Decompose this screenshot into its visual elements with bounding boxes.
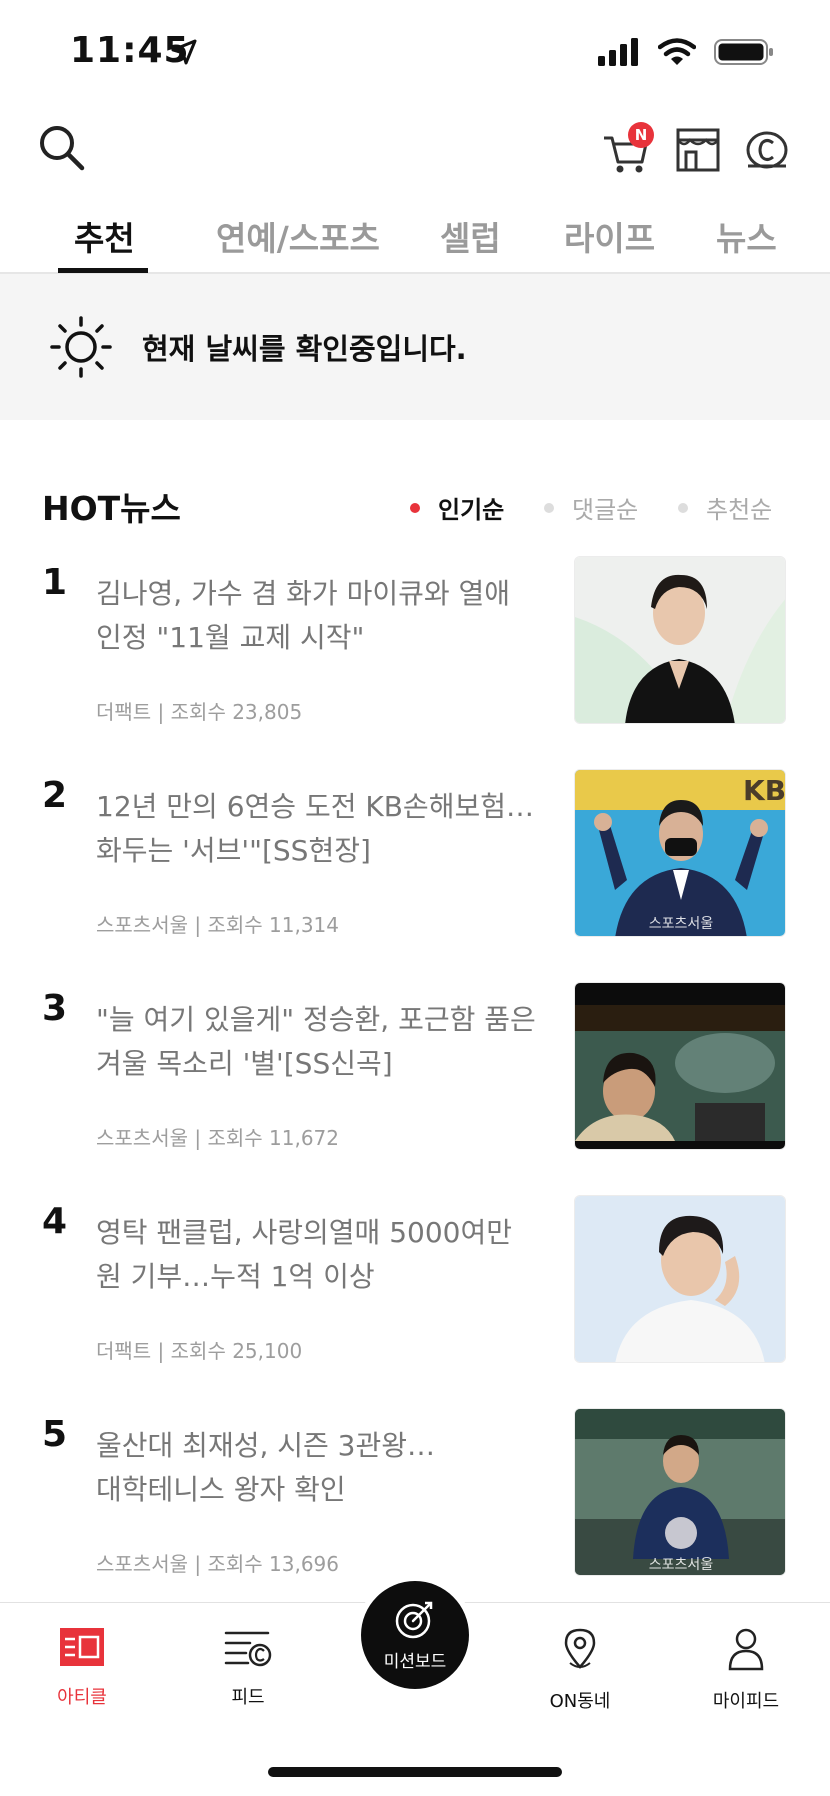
- coin-icon[interactable]: [742, 126, 792, 174]
- battery-icon: [714, 39, 773, 65]
- tab-life[interactable]: 라이프: [564, 212, 655, 260]
- sort-recommend-label: 추천순: [706, 496, 773, 524]
- news-thumbnail[interactable]: [574, 982, 786, 1150]
- news-rank: 2: [42, 775, 68, 816]
- status-bar: 11:45: [0, 0, 830, 100]
- weather-status-text: 현재 날씨를 확인중입니다.: [142, 332, 467, 366]
- news-meta: 스포츠서울 | 조회수 11,672: [96, 1126, 339, 1150]
- sort-dot: [544, 502, 554, 513]
- headline-line: 대학테니스 왕자 확인: [96, 1473, 346, 1506]
- news-item-2[interactable]: 2 12년 만의 6연승 도전 KB손해보험… 화두는 '서브'"[SS현장] …: [0, 769, 830, 965]
- news-item-4[interactable]: 4 영탁 팬클럽, 사랑의열매 5000여만 원 기부…누적 1억 이상 더팩트…: [0, 1195, 830, 1391]
- wifi-icon: [658, 38, 696, 65]
- tab-news[interactable]: 뉴스: [716, 212, 777, 260]
- cart-badge: N: [628, 122, 654, 148]
- location-pin-icon: [564, 1628, 596, 1669]
- target-icon: [395, 1601, 433, 1639]
- news-rank: 3: [42, 988, 68, 1029]
- nav-article[interactable]: 아티클: [22, 1627, 142, 1709]
- news-rank: 1: [42, 562, 68, 603]
- nav-my-label: 마이피드: [712, 1691, 780, 1712]
- news-headline[interactable]: "늘 여기 있을게" 정승환, 포근함 품은 겨울 목소리 '별'[SS신곡]: [96, 998, 554, 1086]
- hot-news-header: HOT뉴스 인기순 댓글순 추천순: [0, 478, 830, 528]
- news-item-3[interactable]: 3 "늘 여기 있을게" 정승환, 포근함 품은 겨울 목소리 '별'[SS신곡…: [0, 982, 830, 1178]
- news-rank: 5: [42, 1414, 68, 1455]
- feed-icon: [224, 1631, 272, 1667]
- headline-line: 영탁 팬클럽, 사랑의열매 5000여만: [96, 1216, 512, 1249]
- news-meta: 더팩트 | 조회수 25,100: [96, 1339, 303, 1363]
- news-item-1[interactable]: 1 김나영, 가수 겸 화가 마이큐와 열애 인정 "11월 교제 시작" 더팩…: [0, 556, 830, 752]
- person-icon: [728, 1628, 764, 1671]
- sort-comments-label: 댓글순: [572, 496, 639, 524]
- news-meta: 스포츠서울 | 조회수 11,314: [96, 913, 339, 937]
- cellular-signal-icon: [598, 38, 638, 66]
- news-headline[interactable]: 김나영, 가수 겸 화가 마이큐와 열애 인정 "11월 교제 시작": [96, 572, 554, 660]
- sort-dot: [678, 502, 688, 513]
- location-arrow-icon: [171, 39, 197, 65]
- home-indicator: [268, 1767, 562, 1777]
- nav-feed-label: 피드: [231, 1687, 265, 1708]
- category-tabs: 추천 연예/스포츠 셀럽 라이프 뉴스: [0, 204, 830, 274]
- tab-recommend[interactable]: 추천: [74, 212, 135, 260]
- sort-popular[interactable]: 인기순: [410, 490, 504, 525]
- weather-banner[interactable]: 현재 날씨를 확인중입니다.: [0, 274, 830, 420]
- sort-recommend[interactable]: 추천순: [678, 490, 772, 525]
- thumb-kb-text: KB: [743, 774, 786, 807]
- news-thumbnail[interactable]: KB 스포츠서울: [574, 769, 786, 937]
- thumb-watermark: 스포츠서울: [649, 916, 714, 932]
- news-headline[interactable]: 영탁 팬클럽, 사랑의열매 5000여만 원 기부…누적 1억 이상: [96, 1211, 554, 1299]
- news-headline[interactable]: 12년 만의 6연승 도전 KB손해보험… 화두는 '서브'"[SS현장]: [96, 785, 554, 873]
- news-rank: 4: [42, 1201, 68, 1242]
- news-thumbnail[interactable]: [574, 556, 786, 724]
- mission-board-button[interactable]: 미션보드: [361, 1581, 469, 1689]
- news-headline[interactable]: 울산대 최재성, 시즌 3관왕… 대학테니스 왕자 확인: [96, 1424, 554, 1512]
- nav-article-label: 아티클: [57, 1687, 107, 1708]
- tab-celeb[interactable]: 셀럽: [440, 212, 501, 260]
- tab-entertainment-sports[interactable]: 연예/스포츠: [216, 212, 380, 260]
- headline-line: 겨울 목소리 '별'[SS신곡]: [96, 1047, 393, 1080]
- search-icon[interactable]: [36, 122, 88, 174]
- sort-popular-label: 인기순: [438, 496, 505, 524]
- sun-icon: [50, 316, 112, 378]
- headline-line: 화두는 '서브'"[SS현장]: [96, 834, 371, 867]
- headline-line: 울산대 최재성, 시즌 3관왕…: [96, 1429, 436, 1462]
- news-meta: 스포츠서울 | 조회수 13,696: [96, 1552, 339, 1576]
- nav-my-feed[interactable]: 마이피드: [686, 1627, 806, 1713]
- active-tab-underline: [58, 268, 148, 273]
- headline-line: 인정 "11월 교제 시작": [96, 621, 365, 654]
- store-icon[interactable]: [674, 124, 722, 176]
- bottom-navigation: 아티클 피드 미션보드 ON동네 마이피드: [0, 1575, 830, 1796]
- headline-line: 12년 만의 6연승 도전 KB손해보험…: [96, 790, 534, 823]
- sort-dot: [410, 502, 420, 513]
- hot-news-title: HOT뉴스: [42, 489, 181, 528]
- sort-comments[interactable]: 댓글순: [544, 490, 638, 525]
- news-meta: 더팩트 | 조회수 23,805: [96, 700, 303, 724]
- nav-mission-label: 미션보드: [383, 1652, 447, 1672]
- headline-line: "늘 여기 있을게" 정승환, 포근함 품은: [96, 1003, 536, 1036]
- top-toolbar: N: [0, 110, 830, 190]
- news-thumbnail[interactable]: [574, 1195, 786, 1363]
- news-thumbnail[interactable]: 스포츠서울: [574, 1408, 786, 1576]
- thumb-watermark: 스포츠서울: [649, 1557, 714, 1573]
- headline-line: 원 기부…누적 1억 이상: [96, 1260, 375, 1293]
- nav-feed[interactable]: 피드: [188, 1627, 308, 1709]
- headline-line: 김나영, 가수 겸 화가 마이큐와 열애: [96, 577, 511, 610]
- article-icon: [60, 1628, 104, 1666]
- nav-on-neighborhood[interactable]: ON동네: [520, 1627, 640, 1713]
- nav-on-label: ON동네: [549, 1691, 611, 1712]
